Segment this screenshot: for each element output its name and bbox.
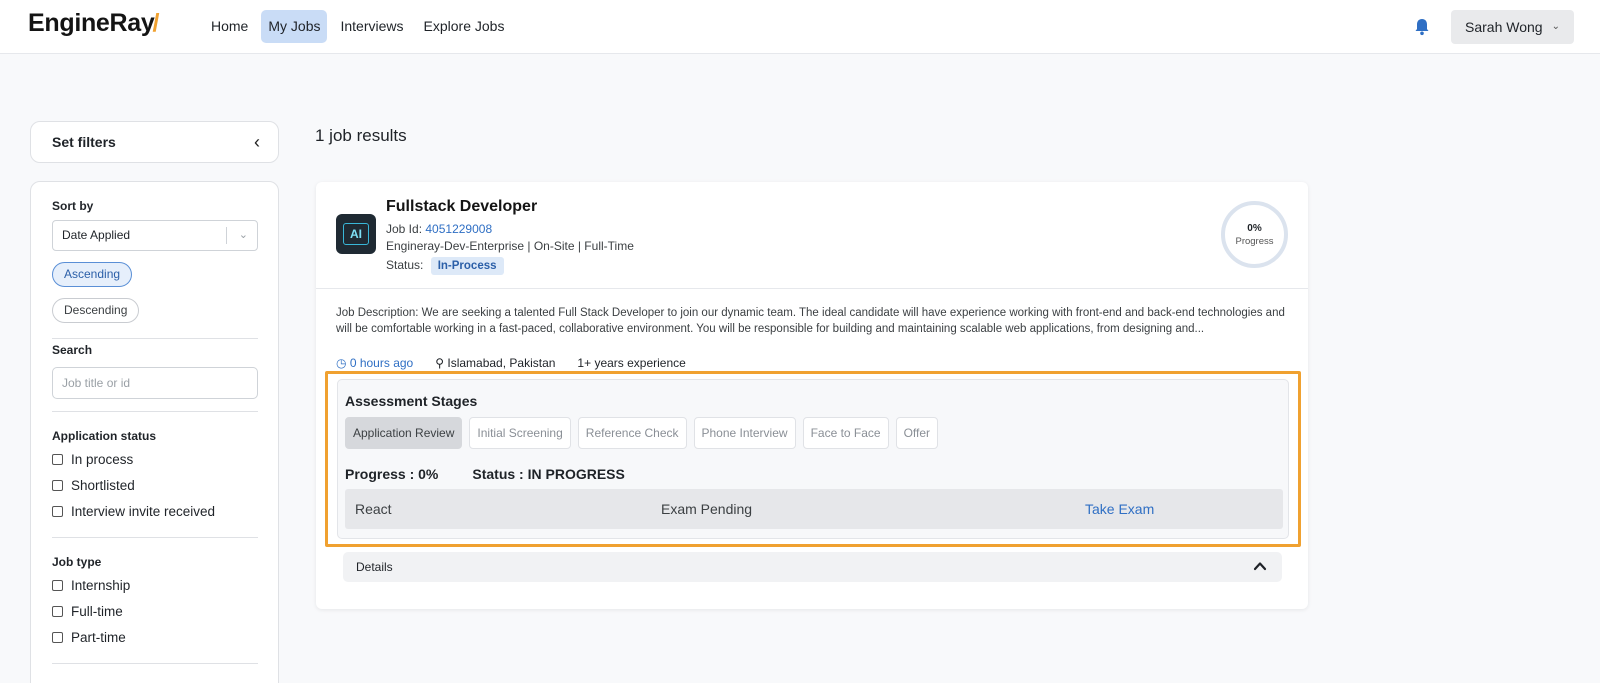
- search-label: Search: [52, 343, 93, 357]
- nav-home[interactable]: Home: [204, 10, 255, 43]
- checkbox-label: Full-time: [71, 604, 123, 619]
- checkbox-icon[interactable]: [52, 580, 63, 591]
- chevron-up-icon[interactable]: [1252, 558, 1268, 574]
- checkbox-label: In process: [71, 452, 134, 467]
- filters-panel: Sort by Date Applied ⌄ Ascending Descend…: [30, 181, 279, 683]
- job-id[interactable]: 4051229008: [425, 222, 492, 236]
- app-logo[interactable]: EngineRay/: [28, 9, 159, 38]
- divider: [52, 537, 258, 538]
- chevron-left-icon[interactable]: ‹: [254, 132, 260, 153]
- descending-button[interactable]: Descending: [52, 298, 140, 323]
- assessment-section: Assessment Stages Application Review Ini…: [337, 379, 1289, 539]
- posted-text: 0 hours ago: [349, 356, 414, 370]
- company-line: Engineray-Dev-Enterprise | On-Site | Ful…: [386, 239, 634, 253]
- stage-face-to-face[interactable]: Face to Face: [802, 417, 889, 449]
- sort-by-label: Sort by: [52, 199, 94, 213]
- location-text: Islamabad, Pakistan: [447, 356, 556, 370]
- checkbox-icon[interactable]: [52, 454, 63, 465]
- exam-name: React: [355, 501, 392, 517]
- details-accordion[interactable]: Details: [343, 552, 1282, 582]
- checkbox-part-time[interactable]: Part-time: [52, 630, 126, 645]
- clock-icon: ◷: [336, 356, 347, 370]
- results-count: 1 job results: [315, 126, 407, 145]
- checkbox-label: Part-time: [71, 630, 126, 645]
- job-title[interactable]: Fullstack Developer: [386, 198, 537, 216]
- assessment-title: Assessment Stages: [345, 393, 478, 409]
- stage-reference-check[interactable]: Reference Check: [577, 417, 687, 449]
- ai-chip-icon: AI: [343, 223, 369, 245]
- divider: [52, 411, 258, 412]
- take-exam-link[interactable]: Take Exam: [1085, 501, 1154, 517]
- status-badge: In-Process: [430, 257, 504, 275]
- progress-ring: 0% Progress: [1221, 201, 1288, 268]
- company-logo: AI: [336, 214, 376, 254]
- logo-slash-mark: /: [152, 9, 160, 37]
- checkbox-interview-invite[interactable]: Interview invite received: [52, 504, 215, 519]
- job-card-header: AI Fullstack Developer Job Id: 405122900…: [316, 182, 1308, 289]
- checkbox-icon[interactable]: [52, 480, 63, 491]
- status-line: Status: In-Process: [386, 257, 504, 275]
- checkbox-icon[interactable]: [52, 606, 63, 617]
- stage-phone-interview[interactable]: Phone Interview: [693, 417, 796, 449]
- checkbox-full-time[interactable]: Full-time: [52, 604, 123, 619]
- checkbox-label: Interview invite received: [71, 504, 216, 519]
- assessment-progress: Progress : 0%: [345, 466, 439, 482]
- job-type-label: Job type: [52, 555, 102, 569]
- sort-select[interactable]: Date Applied ⌄: [52, 220, 258, 251]
- divider: [52, 663, 258, 664]
- posted-time: ◷ 0 hours ago: [336, 356, 413, 370]
- stage-initial-screening[interactable]: Initial Screening: [469, 417, 571, 449]
- status-label: Status:: [386, 258, 424, 272]
- location: ⚲ Islamabad, Pakistan: [435, 356, 555, 370]
- divider: [52, 338, 258, 339]
- chevron-down-icon: ⌄: [1551, 21, 1560, 32]
- main-nav: Home My Jobs Interviews Explore Jobs: [204, 10, 511, 43]
- ascending-button[interactable]: Ascending: [52, 262, 133, 287]
- bell-icon[interactable]: [1413, 17, 1431, 37]
- job-description: Job Description: We are seeking a talent…: [336, 307, 1285, 335]
- checkbox-icon[interactable]: [52, 632, 63, 643]
- filters-title: Set filters: [52, 134, 116, 150]
- checkbox-label: Shortlisted: [71, 478, 135, 493]
- stage-application-review[interactable]: Application Review: [345, 417, 463, 449]
- checkbox-in-process[interactable]: In process: [52, 452, 133, 467]
- progress-ring-label: Progress: [1235, 236, 1274, 247]
- location-pin-icon: ⚲: [435, 356, 445, 370]
- exam-state: Exam Pending: [661, 501, 753, 517]
- search-input[interactable]: [52, 367, 258, 399]
- user-name: Sarah Wong: [1465, 19, 1543, 35]
- select-separator: [226, 227, 227, 244]
- progress-ring-value: 0%: [1247, 223, 1262, 234]
- assessment-status: Status : IN PROGRESS: [472, 466, 625, 482]
- job-id-line: Job Id: 4051229008: [386, 222, 492, 236]
- nav-my-jobs[interactable]: My Jobs: [261, 10, 328, 43]
- checkbox-shortlisted[interactable]: Shortlisted: [52, 478, 135, 493]
- nav-explore-jobs[interactable]: Explore Jobs: [417, 10, 512, 43]
- job-id-label: Job Id:: [386, 222, 423, 236]
- application-status-label: Application status: [52, 429, 157, 443]
- checkbox-label: Internship: [71, 578, 131, 593]
- stage-offer[interactable]: Offer: [895, 417, 939, 449]
- checkbox-internship[interactable]: Internship: [52, 578, 130, 593]
- assessment-stages: Application Review Initial Screening Ref…: [345, 417, 939, 449]
- filters-header[interactable]: Set filters ‹: [30, 121, 279, 163]
- job-meta: ◷ 0 hours ago ⚲ Islamabad, Pakistan 1+ y…: [336, 356, 686, 370]
- details-label: Details: [356, 560, 393, 574]
- nav-interviews[interactable]: Interviews: [333, 10, 410, 43]
- experience: 1+ years experience: [577, 356, 686, 370]
- logo-text: EngineRay: [28, 9, 155, 37]
- sort-selected-value: Date Applied: [62, 228, 131, 242]
- exam-row: React Exam Pending Take Exam: [345, 489, 1283, 529]
- checkbox-icon[interactable]: [52, 506, 63, 517]
- assessment-progress-line: Progress : 0% Status : IN PROGRESS: [345, 466, 625, 482]
- chevron-down-icon: ⌄: [238, 229, 248, 241]
- top-navigation-bar: EngineRay/ Home My Jobs Interviews Explo…: [0, 0, 1600, 54]
- user-menu-button[interactable]: Sarah Wong ⌄: [1451, 10, 1574, 44]
